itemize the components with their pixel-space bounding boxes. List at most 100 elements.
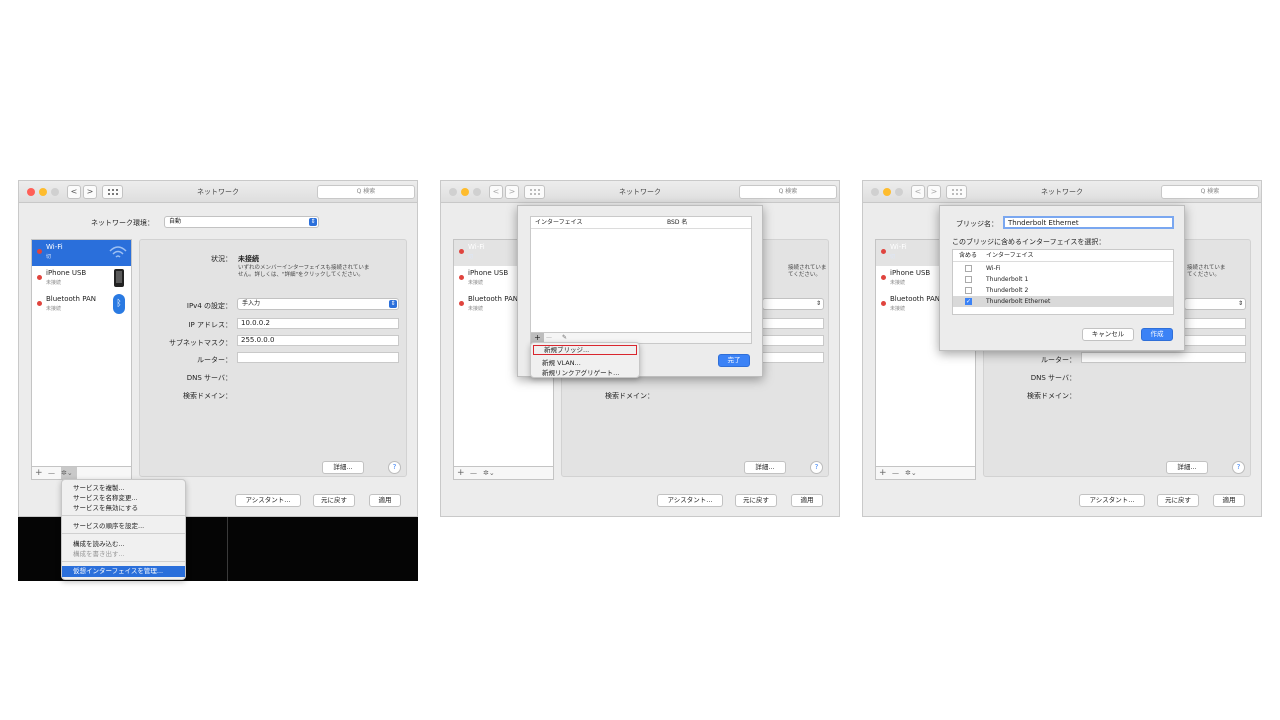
service-name: Bluetooth PAN	[890, 295, 941, 303]
service-name: Bluetooth PAN	[46, 295, 97, 303]
revert-button[interactable]: 元に戻す	[735, 494, 777, 507]
revert-button[interactable]: 元に戻す	[1157, 494, 1199, 507]
dns-label: DNS サーバ：	[1030, 374, 1076, 382]
service-bluetooth-pan[interactable]: Bluetooth PAN 未接続 ᛒ	[32, 292, 131, 318]
bluetooth-icon: ᛒ	[113, 294, 125, 314]
service-name: iPhone USB	[46, 269, 87, 277]
ipv4-popup[interactable]: ⇕	[762, 298, 824, 310]
location-value: 自動	[169, 218, 182, 225]
router-field[interactable]	[762, 352, 824, 363]
status-dot-icon	[37, 275, 42, 280]
subnet-field[interactable]	[762, 335, 824, 346]
bridge-name-field[interactable]: Thnderbolt Ethernet	[1003, 216, 1174, 229]
gear-menu-button[interactable]: ✲⌄	[61, 467, 77, 479]
column-bsd-name[interactable]: BSD 名	[667, 217, 687, 229]
include-checkbox[interactable]: ✓	[965, 298, 972, 305]
menu-item-new-vlan[interactable]: 新規 VLAN...	[531, 357, 639, 367]
advanced-button[interactable]: 詳細...	[744, 461, 786, 474]
ip-address-field[interactable]	[762, 318, 824, 329]
menu-item-duplicate[interactable]: サービスを複製...	[62, 482, 185, 492]
service-name: iPhone USB	[468, 269, 509, 277]
ipv4-popup[interactable]: ⇕	[1184, 298, 1246, 310]
status-dot-icon	[37, 301, 42, 306]
network-window-2: < > ネットワーク Q 検索 Wi-Fi 切 iPhone USB 未接続 B…	[440, 180, 840, 517]
apply-button[interactable]: 適用	[369, 494, 401, 507]
ipv4-popup[interactable]: 手入力 ⇕	[237, 298, 399, 310]
ipv4-value: 手入力	[242, 300, 261, 307]
menu-item-export: 構成を書き出す...	[73, 550, 125, 558]
location-popup[interactable]: 自動 ⇕	[164, 216, 319, 228]
remove-service-button[interactable]: —	[892, 467, 899, 479]
help-button[interactable]: ?	[388, 461, 401, 474]
include-checkbox[interactable]	[965, 265, 972, 272]
interface-name: Thunderbolt 2	[986, 287, 1029, 294]
column-interface[interactable]: インターフェイス	[535, 217, 582, 229]
router-field[interactable]	[1081, 352, 1246, 363]
menu-item-set-order[interactable]: サービスの順序を設定...	[62, 520, 185, 530]
table-header: 含める インターフェイス	[953, 250, 1173, 262]
advanced-button[interactable]: 詳細...	[1166, 461, 1208, 474]
subnet-field[interactable]: 255.0.0.0	[237, 335, 399, 346]
network-window-3: < > ネットワーク Q 検索 Wi-Fi 切 iPhone USB 未接続 B…	[862, 180, 1262, 517]
table-row[interactable]: Thunderbolt 1	[953, 274, 1173, 285]
chevron-updown-icon: ⇕	[309, 218, 317, 226]
router-field[interactable]	[237, 352, 399, 363]
cancel-button[interactable]: キャンセル	[1082, 328, 1134, 341]
search-domain-label: 検索ドメイン：	[183, 392, 232, 400]
dns-label: DNS サーバ：	[186, 374, 232, 382]
menu-item-manage-virtual-interfaces[interactable]: 仮想インターフェイスを管理...	[62, 566, 185, 577]
assistant-button[interactable]: アシスタント...	[657, 494, 723, 507]
service-iphone-usb[interactable]: iPhone USB 未接続	[32, 266, 131, 292]
apply-button[interactable]: 適用	[1213, 494, 1245, 507]
include-checkbox[interactable]	[965, 287, 972, 294]
ip-address-field[interactable]: 10.0.0.2	[237, 318, 399, 329]
add-service-button[interactable]: +	[879, 467, 887, 479]
remove-service-button[interactable]: —	[470, 467, 477, 479]
done-button[interactable]: 完了	[718, 354, 750, 367]
search-field[interactable]: Q 検索	[317, 185, 415, 199]
help-button[interactable]: ?	[1232, 461, 1245, 474]
remove-service-button[interactable]: —	[48, 467, 55, 479]
assistant-button[interactable]: アシスタント...	[1079, 494, 1145, 507]
gear-menu-button[interactable]: ✲⌄	[483, 467, 495, 479]
status-dot-icon	[459, 249, 464, 254]
gear-menu-button[interactable]: ✲⌄	[905, 467, 917, 479]
subnet-field[interactable]	[1184, 335, 1246, 346]
menu-item-disable[interactable]: サービスを無効にする	[62, 502, 185, 512]
include-checkbox[interactable]	[965, 276, 972, 283]
search-field[interactable]: Q 検索	[1161, 185, 1259, 199]
status-desc-line: いずれのメンバーインターフェイスも接続されていま	[238, 265, 370, 271]
column-include[interactable]: 含める	[959, 250, 977, 262]
add-interface-menu: 新規ブリッジ... 新規 VLAN... 新規リンクアグリゲート...	[530, 342, 640, 378]
apply-button[interactable]: 適用	[791, 494, 823, 507]
service-status: 切	[46, 254, 52, 260]
revert-button[interactable]: 元に戻す	[313, 494, 355, 507]
router-label: ルーター：	[1041, 356, 1076, 364]
ip-address-field[interactable]	[1184, 318, 1246, 329]
status-desc-line: 接続されていま	[1187, 265, 1226, 271]
chevron-updown-icon: ⇕	[389, 300, 397, 308]
column-interface[interactable]: インターフェイス	[986, 250, 1033, 262]
service-wifi[interactable]: Wi-Fi 切	[32, 240, 131, 266]
table-row[interactable]: Thunderbolt 2	[953, 285, 1173, 296]
help-button[interactable]: ?	[810, 461, 823, 474]
status-description: 接続されていま てください。	[1187, 265, 1225, 279]
add-service-button[interactable]: +	[457, 467, 465, 479]
add-service-button[interactable]: +	[35, 467, 43, 479]
create-button[interactable]: 作成	[1141, 328, 1173, 341]
menu-item-new-link-aggregate[interactable]: 新規リンクアグリゲート...	[531, 367, 639, 377]
iphone-icon	[114, 269, 124, 287]
advanced-button[interactable]: 詳細...	[322, 461, 364, 474]
menu-item-import[interactable]: 構成を読み込む...	[62, 538, 185, 548]
assistant-button[interactable]: アシスタント...	[235, 494, 301, 507]
interfaces-table[interactable]: インターフェイス BSD 名	[530, 216, 752, 343]
menu-separator	[62, 515, 185, 516]
status-dot-icon	[37, 249, 42, 254]
menu-item-new-bridge[interactable]: 新規ブリッジ...	[533, 345, 637, 355]
titlebar: < > ネットワーク Q 検索	[19, 181, 417, 203]
menu-item-rename[interactable]: サービスを名称変更...	[62, 492, 185, 502]
menu-separator	[62, 533, 185, 534]
table-row[interactable]: Wi-Fi	[953, 263, 1173, 274]
table-row[interactable]: ✓ Thunderbolt Ethernet	[953, 296, 1173, 307]
search-field[interactable]: Q 検索	[739, 185, 837, 199]
